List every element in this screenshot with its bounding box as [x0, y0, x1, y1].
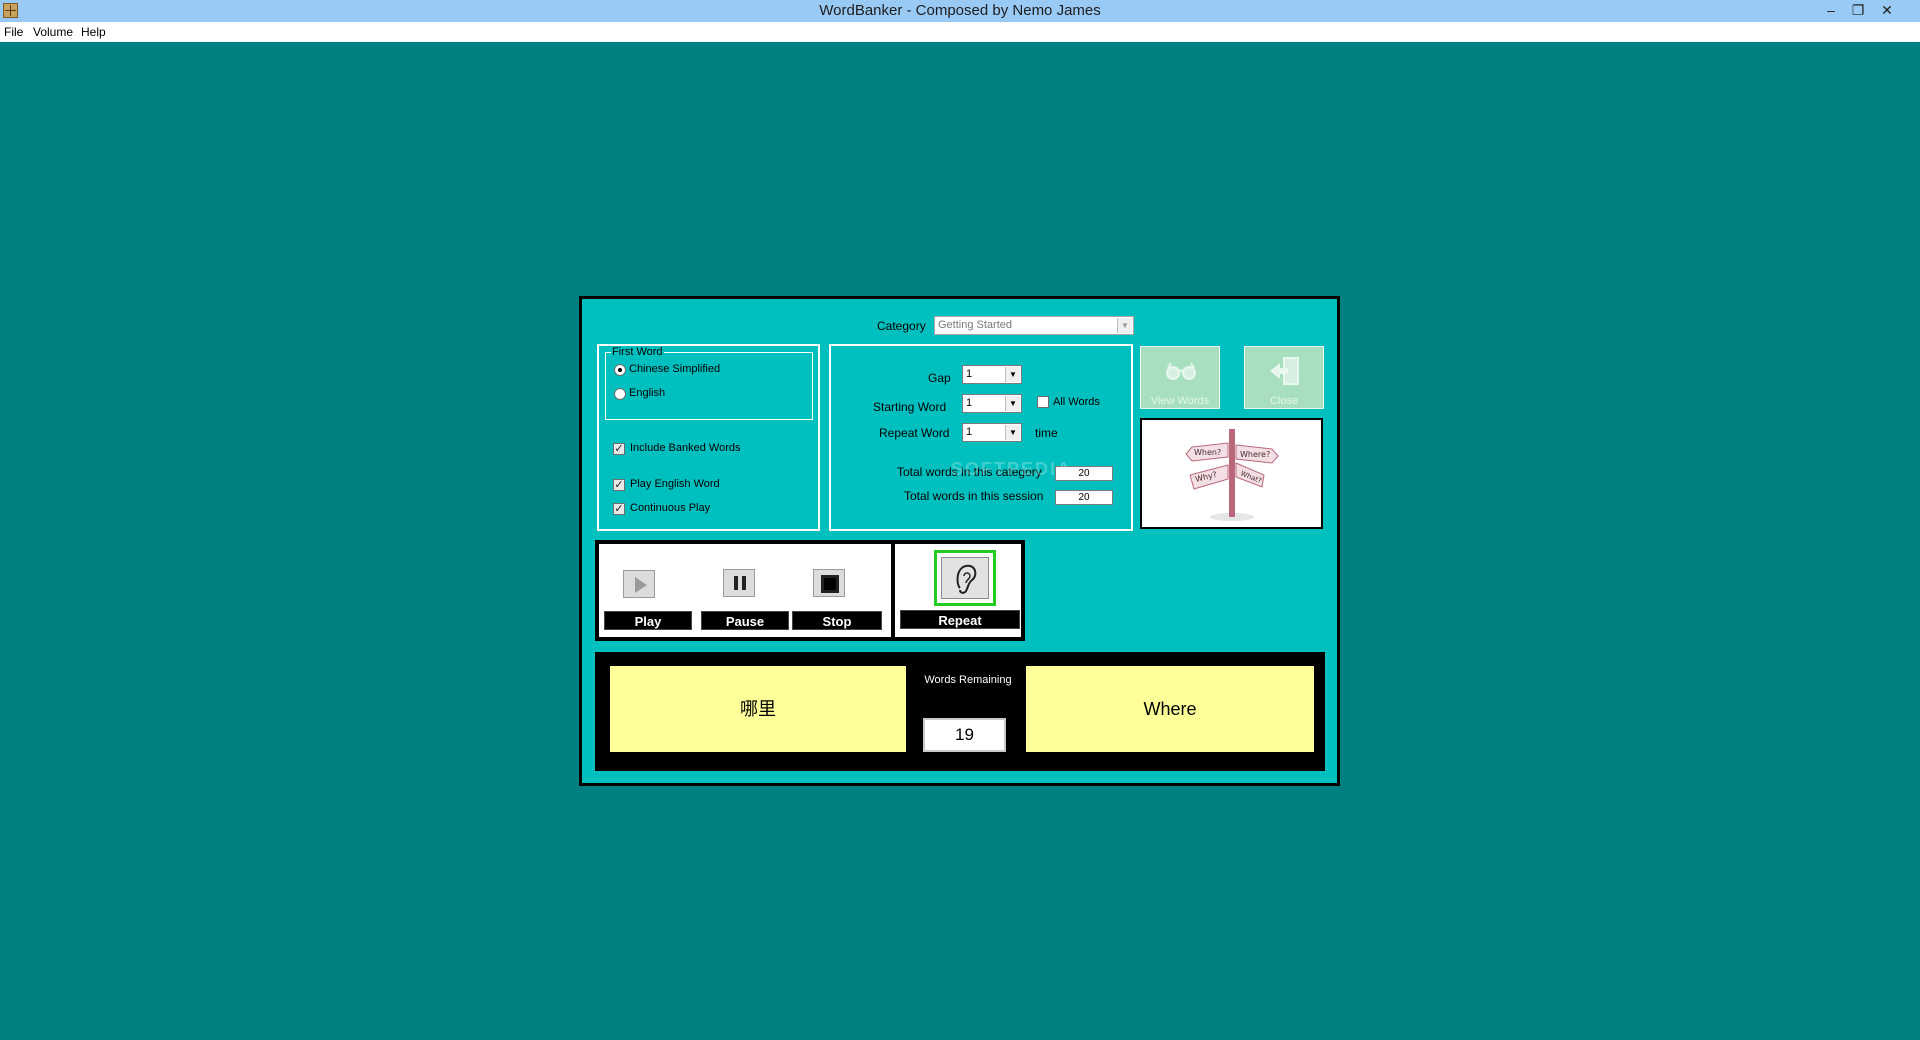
repeat-area: Repeat — [895, 544, 1021, 637]
category-value: Getting Started — [938, 319, 1012, 331]
window-title: WordBanker - Composed by Nemo James — [819, 2, 1101, 19]
starting-word-label: Starting Word — [873, 400, 947, 414]
repeat-word-label: Repeat Word — [879, 426, 950, 440]
english-word-box: Where — [1026, 666, 1314, 752]
repeat-word-value: 1 — [966, 426, 973, 438]
signpost-where: Where? — [1240, 450, 1270, 459]
word-display: 哪里 Words Remaining 19 Where — [595, 652, 1325, 771]
exit-door-icon — [1270, 357, 1299, 385]
view-words-label: View Words — [1150, 395, 1210, 407]
watermark: SOFTPEDIA — [951, 459, 1073, 479]
time-label: time — [1035, 426, 1058, 440]
stop-icon[interactable] — [813, 569, 845, 597]
options-group: First Word Chinese Simplified English ✓ … — [597, 344, 820, 531]
repeat-word-select[interactable]: 1 ▼ — [962, 423, 1022, 442]
radio-english[interactable] — [614, 388, 626, 400]
repeat-button[interactable]: Repeat — [900, 610, 1020, 629]
menu-bar — [0, 22, 1920, 42]
signpost-illustration: When? Where? Why? What? — [1185, 429, 1279, 521]
category-select[interactable]: Getting Started ▼ — [934, 316, 1134, 335]
settings-group: Gap 1 ▼ Starting Word 1 ▼ All Words Repe… — [829, 344, 1133, 531]
play-button[interactable]: Play — [604, 611, 692, 630]
continuous-play-checkbox[interactable]: ✓ — [613, 503, 625, 515]
total-session-label: Total words in this session — [904, 489, 1044, 503]
chevron-down-icon: ▼ — [1005, 425, 1020, 440]
repeat-icon-button[interactable] — [934, 550, 996, 606]
pause-icon[interactable] — [723, 569, 755, 597]
english-word: Where — [1143, 699, 1197, 719]
chinese-word-box: 哪里 — [610, 666, 906, 752]
radio-chinese-label: Chinese Simplified — [629, 363, 721, 375]
close-label: Close — [1269, 395, 1299, 407]
close-window-button[interactable]: ✕ — [1874, 0, 1900, 22]
first-word-group: First Word Chinese Simplified English — [605, 346, 813, 420]
starting-word-value: 1 — [966, 397, 973, 409]
starting-word-select[interactable]: 1 ▼ — [962, 394, 1022, 413]
total-session-field[interactable]: 20 — [1055, 490, 1113, 505]
signpost-picture: When? Where? Why? What? — [1140, 418, 1323, 529]
gap-label: Gap — [928, 371, 951, 385]
radio-chinese-simplified[interactable] — [614, 364, 626, 376]
pause-button[interactable]: Pause — [701, 611, 789, 630]
all-words-checkbox[interactable] — [1037, 396, 1049, 408]
chevron-down-icon: ▼ — [1005, 396, 1020, 411]
view-words-button[interactable]: View Words — [1140, 346, 1220, 409]
play-icon[interactable] — [623, 570, 655, 598]
words-remaining-count: 19 — [923, 718, 1006, 752]
category-label: Category — [877, 319, 926, 333]
close-button[interactable]: Close — [1244, 346, 1324, 409]
include-banked-label: Include Banked Words — [630, 442, 741, 454]
menu-volume[interactable]: Volume — [33, 22, 73, 42]
chevron-down-icon: ▼ — [1005, 367, 1020, 382]
chevron-down-icon: ▼ — [1117, 318, 1132, 333]
gap-select[interactable]: 1 ▼ — [962, 365, 1022, 384]
play-english-checkbox[interactable]: ✓ — [613, 479, 625, 491]
include-banked-checkbox[interactable]: ✓ — [613, 443, 625, 455]
minimize-button[interactable]: – — [1818, 0, 1844, 22]
glasses-icon — [1166, 362, 1196, 380]
stop-button[interactable]: Stop — [792, 611, 882, 630]
first-word-legend: First Word — [611, 346, 664, 358]
menu-help[interactable]: Help — [81, 22, 106, 42]
chinese-word: 哪里 — [740, 699, 776, 719]
radio-english-label: English — [629, 387, 666, 399]
continuous-play-label: Continuous Play — [630, 502, 711, 514]
menu-file[interactable]: File — [4, 22, 23, 42]
ear-icon — [941, 557, 989, 599]
signpost-when: When? — [1194, 448, 1221, 457]
main-panel: Category Getting Started ▼ First Word Ch… — [579, 296, 1340, 786]
words-remaining-label: Words Remaining — [924, 674, 1012, 686]
play-english-label: Play English Word — [630, 478, 720, 490]
all-words-label: All Words — [1053, 396, 1100, 408]
restore-button[interactable]: ❐ — [1845, 0, 1871, 22]
transport-area: Play Pause Stop — [599, 544, 891, 637]
gap-value: 1 — [966, 368, 973, 380]
